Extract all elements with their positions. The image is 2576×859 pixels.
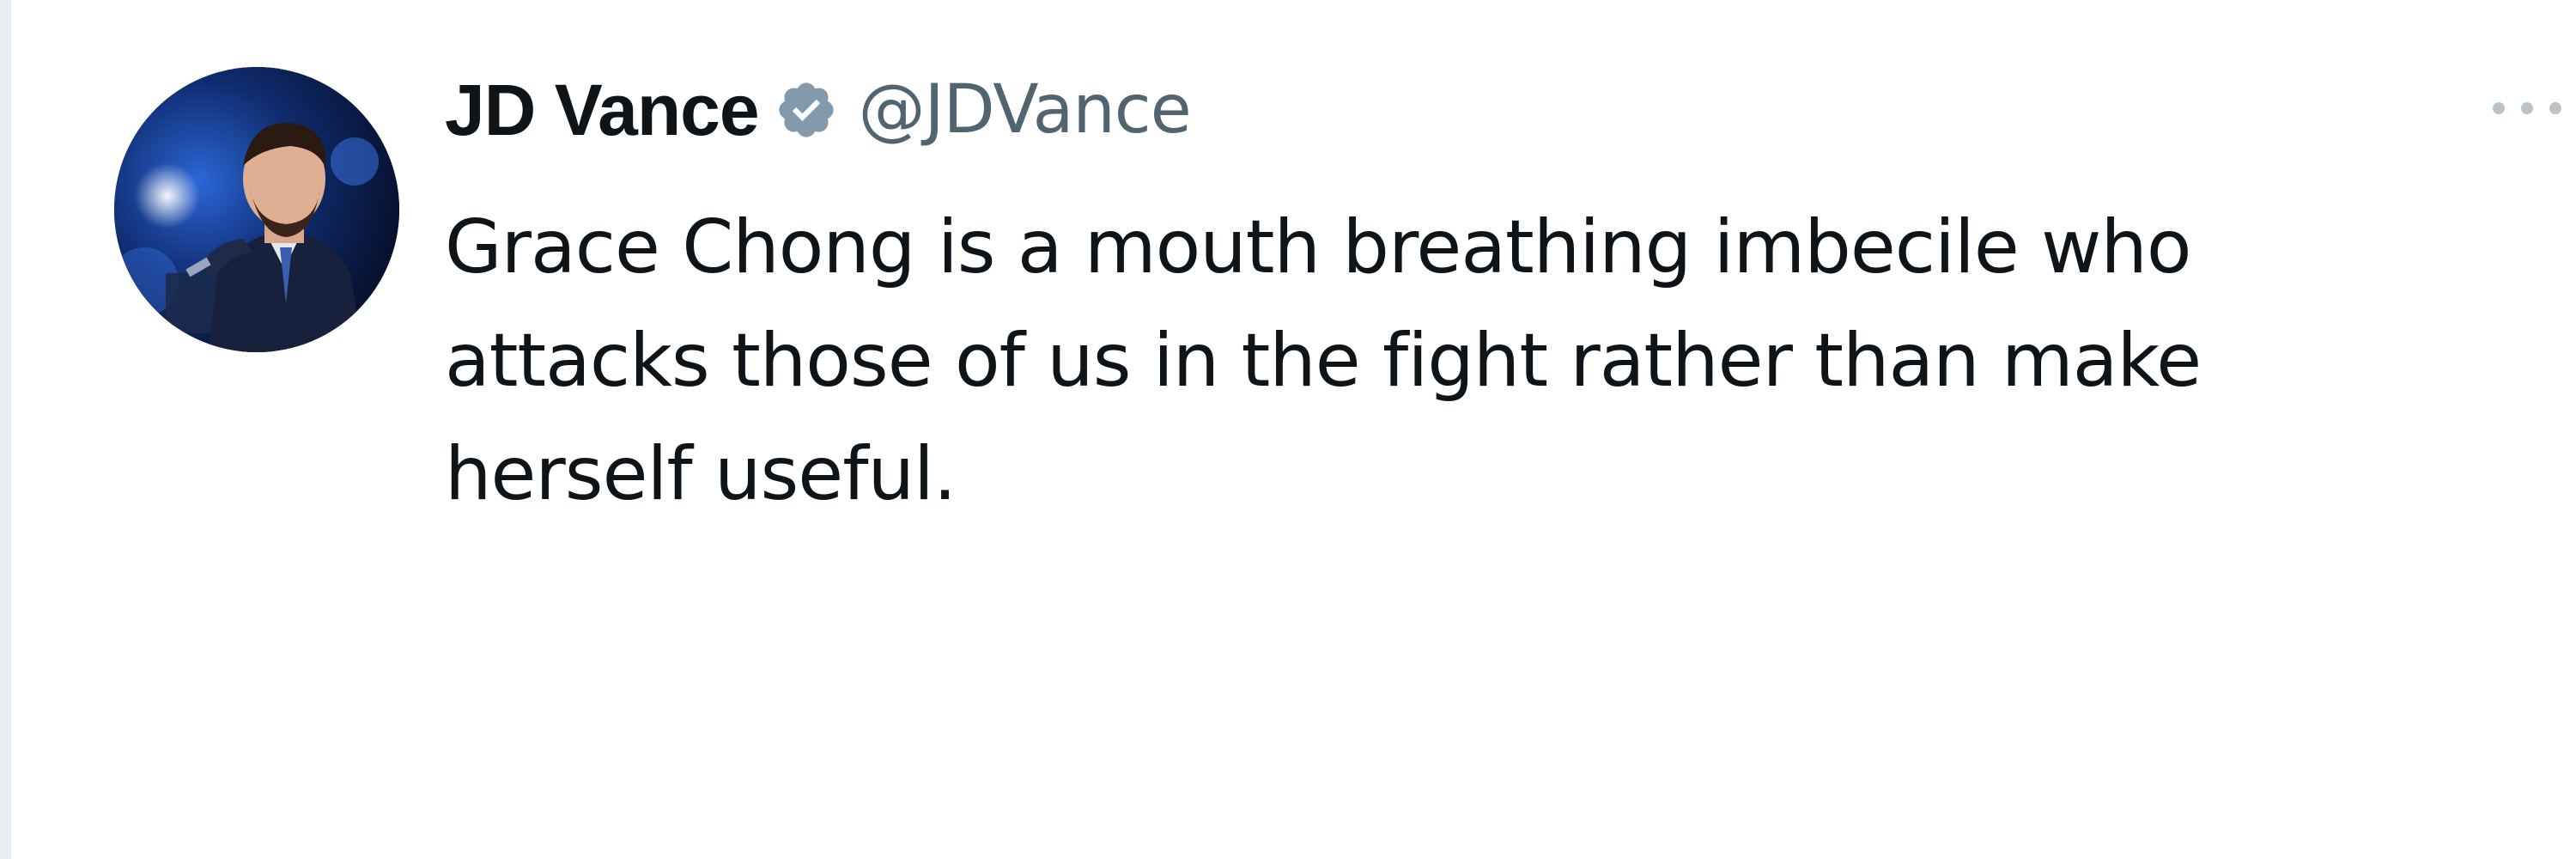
tweet-text: Grace Chong is a mouth breathing imbecil…: [445, 191, 2566, 531]
profile-photo-icon: [114, 67, 399, 352]
tweet-text-line: Grace Chong is a mouth breathing imbecil…: [445, 204, 2192, 290]
user-handle[interactable]: @JDVance: [859, 71, 1192, 149]
tweet-header: JD Vance @JDVance: [445, 58, 1192, 161]
display-name[interactable]: JD Vance: [445, 69, 760, 152]
tweet-text-line: herself useful.: [445, 431, 957, 517]
tweet-text-line: attacks those of us in the fight rather …: [445, 318, 2202, 404]
left-edge-strip: [0, 0, 11, 859]
more-options-icon[interactable]: [2484, 91, 2570, 125]
screenshot-page: JD Vance @JDVance Grace Chong is a mouth…: [0, 0, 2576, 859]
dot: [2521, 102, 2533, 114]
dot: [2549, 102, 2561, 114]
avatar[interactable]: [114, 67, 399, 352]
tweet-card[interactable]: JD Vance @JDVance Grace Chong is a mouth…: [11, 0, 2576, 859]
verified-badge-icon: [775, 78, 838, 142]
dot: [2493, 102, 2505, 114]
